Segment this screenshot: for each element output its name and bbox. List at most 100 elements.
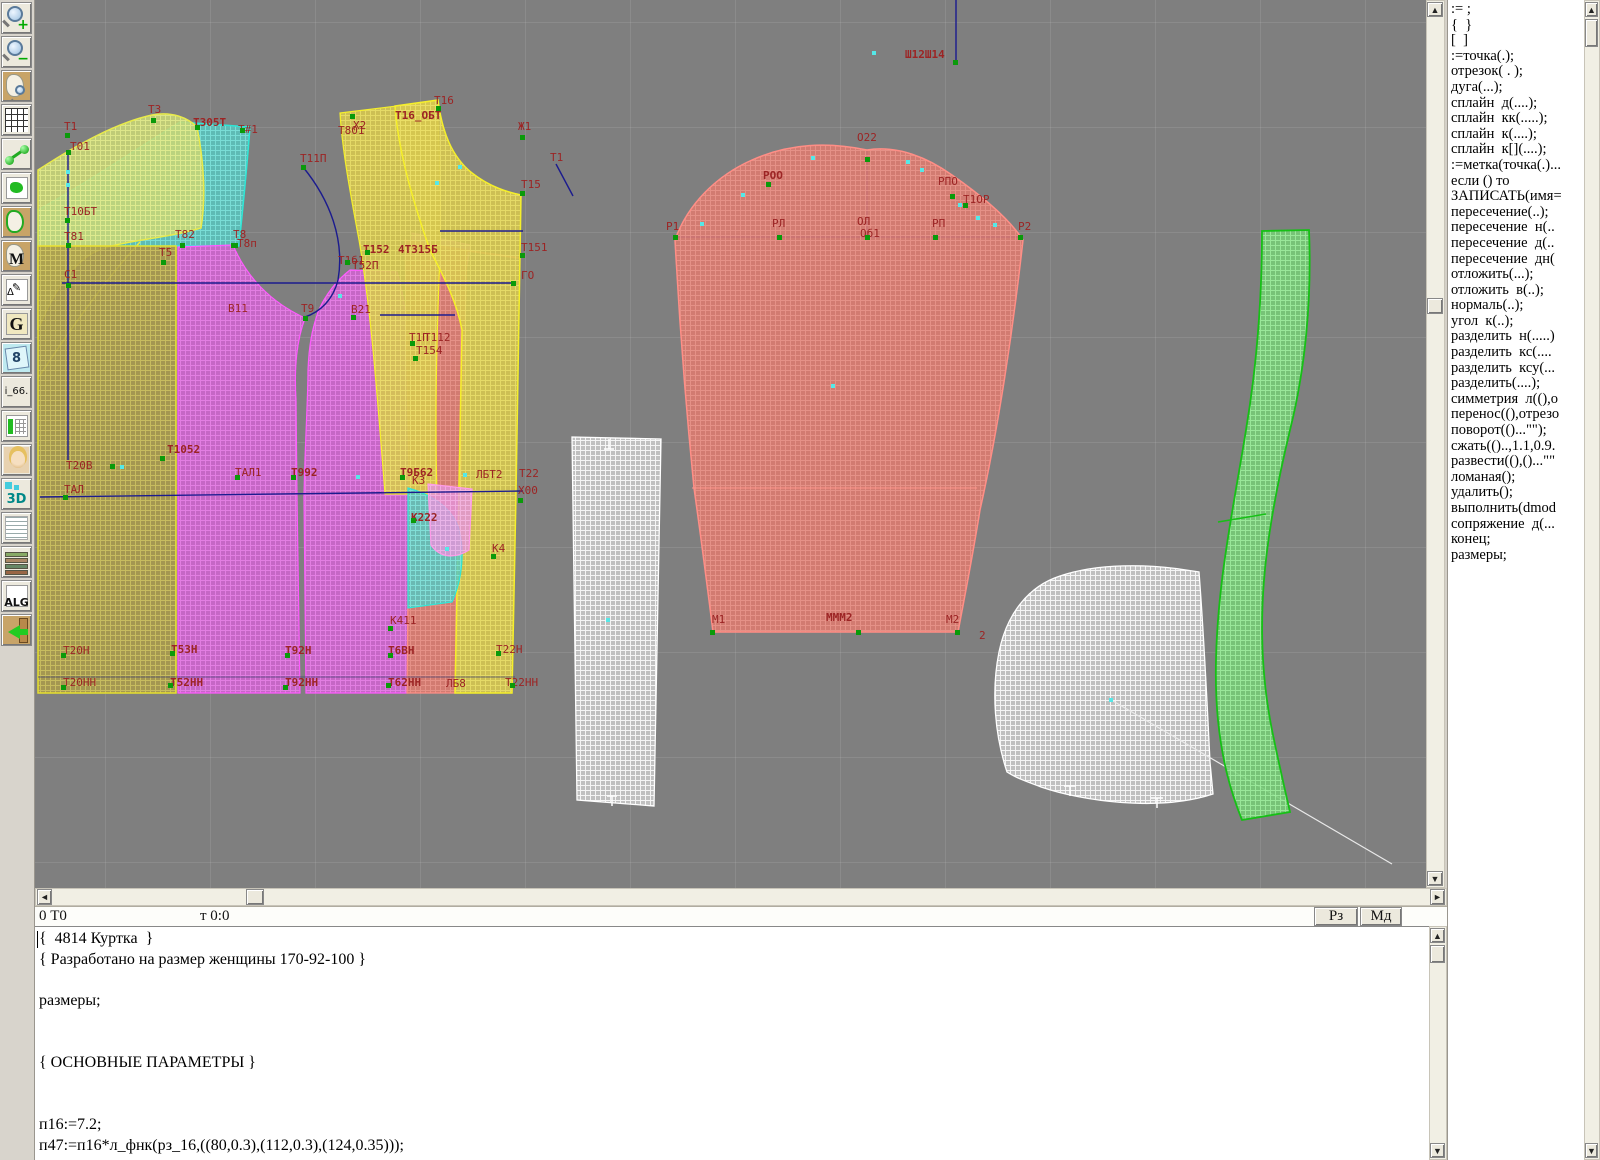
control-point (110, 464, 115, 469)
cad-window: + − M ✎Δ G 8 i_66. 3D ALG (0, 0, 1600, 1160)
canvas-vscroll-thumb[interactable] (1427, 298, 1443, 314)
measure-tool-icon[interactable] (1, 138, 32, 170)
3d-view-icon[interactable]: 3D (1, 478, 32, 510)
control-point (151, 118, 156, 123)
command-item[interactable]: пересечение д(.. (1451, 236, 1584, 252)
books-icon[interactable] (1, 546, 32, 578)
canvas-label: Т52П (352, 260, 379, 272)
mark-point (356, 475, 360, 479)
command-item[interactable]: конец; (1451, 532, 1584, 548)
alg-document-icon[interactable]: ALG (1, 580, 32, 612)
command-item[interactable]: отложить(...); (1451, 267, 1584, 283)
control-point (496, 651, 501, 656)
drawing-canvas[interactable]: Т1Т01Т3Т305ТТ#1Т10БТТ81Т82Т8Т8пТ5С1Т11ПВ… (35, 0, 1426, 888)
command-item[interactable]: сопряжение д(... (1451, 517, 1584, 533)
panel-vscroll-thumb[interactable] (1585, 19, 1598, 47)
command-item[interactable]: перенос((),отрезо (1451, 407, 1584, 423)
scroll-down-icon[interactable]: ▼ (1430, 1143, 1445, 1158)
pattern-outline-icon[interactable] (1, 206, 32, 238)
canvas-label: Т81 (64, 231, 84, 243)
command-item[interactable]: сплайн кк(.....); (1451, 111, 1584, 127)
exit-icon[interactable] (1, 614, 32, 646)
canvas-label: РОО (763, 170, 783, 182)
size-table-icon[interactable] (1, 410, 32, 442)
command-item[interactable]: разделить кс(.... (1451, 345, 1584, 361)
command-item[interactable]: развести((),()..."" (1451, 454, 1584, 470)
scroll-left-icon[interactable]: ◄ (37, 889, 52, 905)
command-item[interactable]: сжать(()..,1.1,0.9. (1451, 439, 1584, 455)
blueprint-icon[interactable]: 8 (1, 342, 32, 374)
control-point (520, 253, 525, 258)
command-item[interactable]: разделить ксу(... (1451, 361, 1584, 377)
command-item[interactable]: пересечение(..); (1451, 205, 1584, 221)
command-item[interactable]: размеры; (1451, 548, 1584, 564)
command-item[interactable]: отрезок( . ); (1451, 64, 1584, 80)
control-point (61, 685, 66, 690)
canvas-label: Т01 (70, 141, 90, 153)
command-item[interactable]: удалить(); (1451, 485, 1584, 501)
command-item[interactable]: угол к(..); (1451, 314, 1584, 330)
command-item[interactable]: :=метка(точка(.)... (1451, 158, 1584, 174)
command-item[interactable]: нормаль(..); (1451, 298, 1584, 314)
control-point (518, 498, 523, 503)
command-item[interactable]: поворот(()...""); (1451, 423, 1584, 439)
canvas-vscrollbar[interactable]: ▲ ▼ (1426, 0, 1445, 888)
scroll-down-icon[interactable]: ▼ (1585, 1143, 1598, 1158)
command-item[interactable]: ломаная(); (1451, 470, 1584, 486)
command-item[interactable]: разделить н(.....) (1451, 329, 1584, 345)
editor-vscrollbar[interactable]: ▲ ▼ (1429, 926, 1447, 1160)
command-item[interactable]: сплайн к[](....); (1451, 142, 1584, 158)
portrait-icon[interactable] (1, 444, 32, 476)
text-list-icon[interactable] (1, 512, 32, 544)
mark-point (920, 168, 924, 172)
scroll-down-icon[interactable]: ▼ (1427, 871, 1443, 886)
command-item[interactable]: дуга(...); (1451, 80, 1584, 96)
command-panel: := ;{ }[ ]:=точка(.);отрезок( . );дуга(.… (1447, 0, 1584, 1160)
command-item[interactable]: ЗАПИСАТЬ(имя= (1451, 189, 1584, 205)
panel-vscrollbar[interactable]: ▲ ▼ (1584, 0, 1600, 1160)
editor-vscroll-thumb[interactable] (1430, 945, 1445, 963)
scroll-right-icon[interactable]: ► (1430, 889, 1445, 905)
command-item[interactable]: сплайн д(....); (1451, 96, 1584, 112)
code-line: размеры; (39, 992, 1407, 1013)
command-item[interactable]: сплайн к(....); (1451, 127, 1584, 143)
pattern-m-icon[interactable]: M (1, 240, 32, 272)
program-editor[interactable]: { 4814 Куртка }{ Разработано на размер ж… (35, 926, 1429, 1160)
i66-icon[interactable]: i_66. (1, 376, 32, 408)
control-point (520, 135, 525, 140)
command-item[interactable]: { } (1451, 18, 1584, 34)
canvas-label: Т15 (521, 179, 541, 191)
command-item[interactable]: если () то (1451, 174, 1584, 190)
control-point (436, 106, 441, 111)
md-button[interactable]: Мд (1360, 907, 1402, 926)
control-point (673, 235, 678, 240)
scroll-up-icon[interactable]: ▲ (1430, 928, 1445, 943)
command-item[interactable]: выполнить(dmod (1451, 501, 1584, 517)
command-item[interactable]: := ; (1451, 2, 1584, 18)
command-item[interactable]: разделить(....); (1451, 376, 1584, 392)
mark-point (606, 618, 610, 622)
canvas-label: 4Т315Б (398, 244, 438, 256)
scroll-up-icon[interactable]: ▲ (1427, 2, 1443, 17)
g-letter-icon[interactable]: G (1, 308, 32, 340)
rz-button[interactable]: Рз (1314, 907, 1358, 926)
control-point (303, 316, 308, 321)
command-item[interactable]: пересечение н(.. (1451, 220, 1584, 236)
command-item[interactable]: отложить в(..); (1451, 283, 1584, 299)
map-page-icon[interactable] (1, 172, 32, 204)
command-item[interactable]: пересечение дн( (1451, 252, 1584, 268)
command-item[interactable]: [ ] (1451, 33, 1584, 49)
drafting-tools-icon[interactable]: ✎Δ (1, 274, 32, 306)
piece-preview-icon[interactable] (1, 70, 32, 102)
canvas-hscrollbar[interactable]: ◄ ► (35, 888, 1447, 906)
scroll-up-icon[interactable]: ▲ (1585, 2, 1598, 17)
grid-icon[interactable] (1, 104, 32, 136)
command-item[interactable]: симметрия л((),о (1451, 392, 1584, 408)
zoom-in-icon[interactable]: + (1, 2, 32, 34)
canvas-hscroll-thumb[interactable] (246, 889, 264, 905)
control-point (161, 260, 166, 265)
control-point (963, 203, 968, 208)
command-item[interactable]: :=точка(.); (1451, 49, 1584, 65)
zoom-out-icon[interactable]: − (1, 36, 32, 68)
canvas-label: ЛБТ2 (476, 469, 503, 481)
